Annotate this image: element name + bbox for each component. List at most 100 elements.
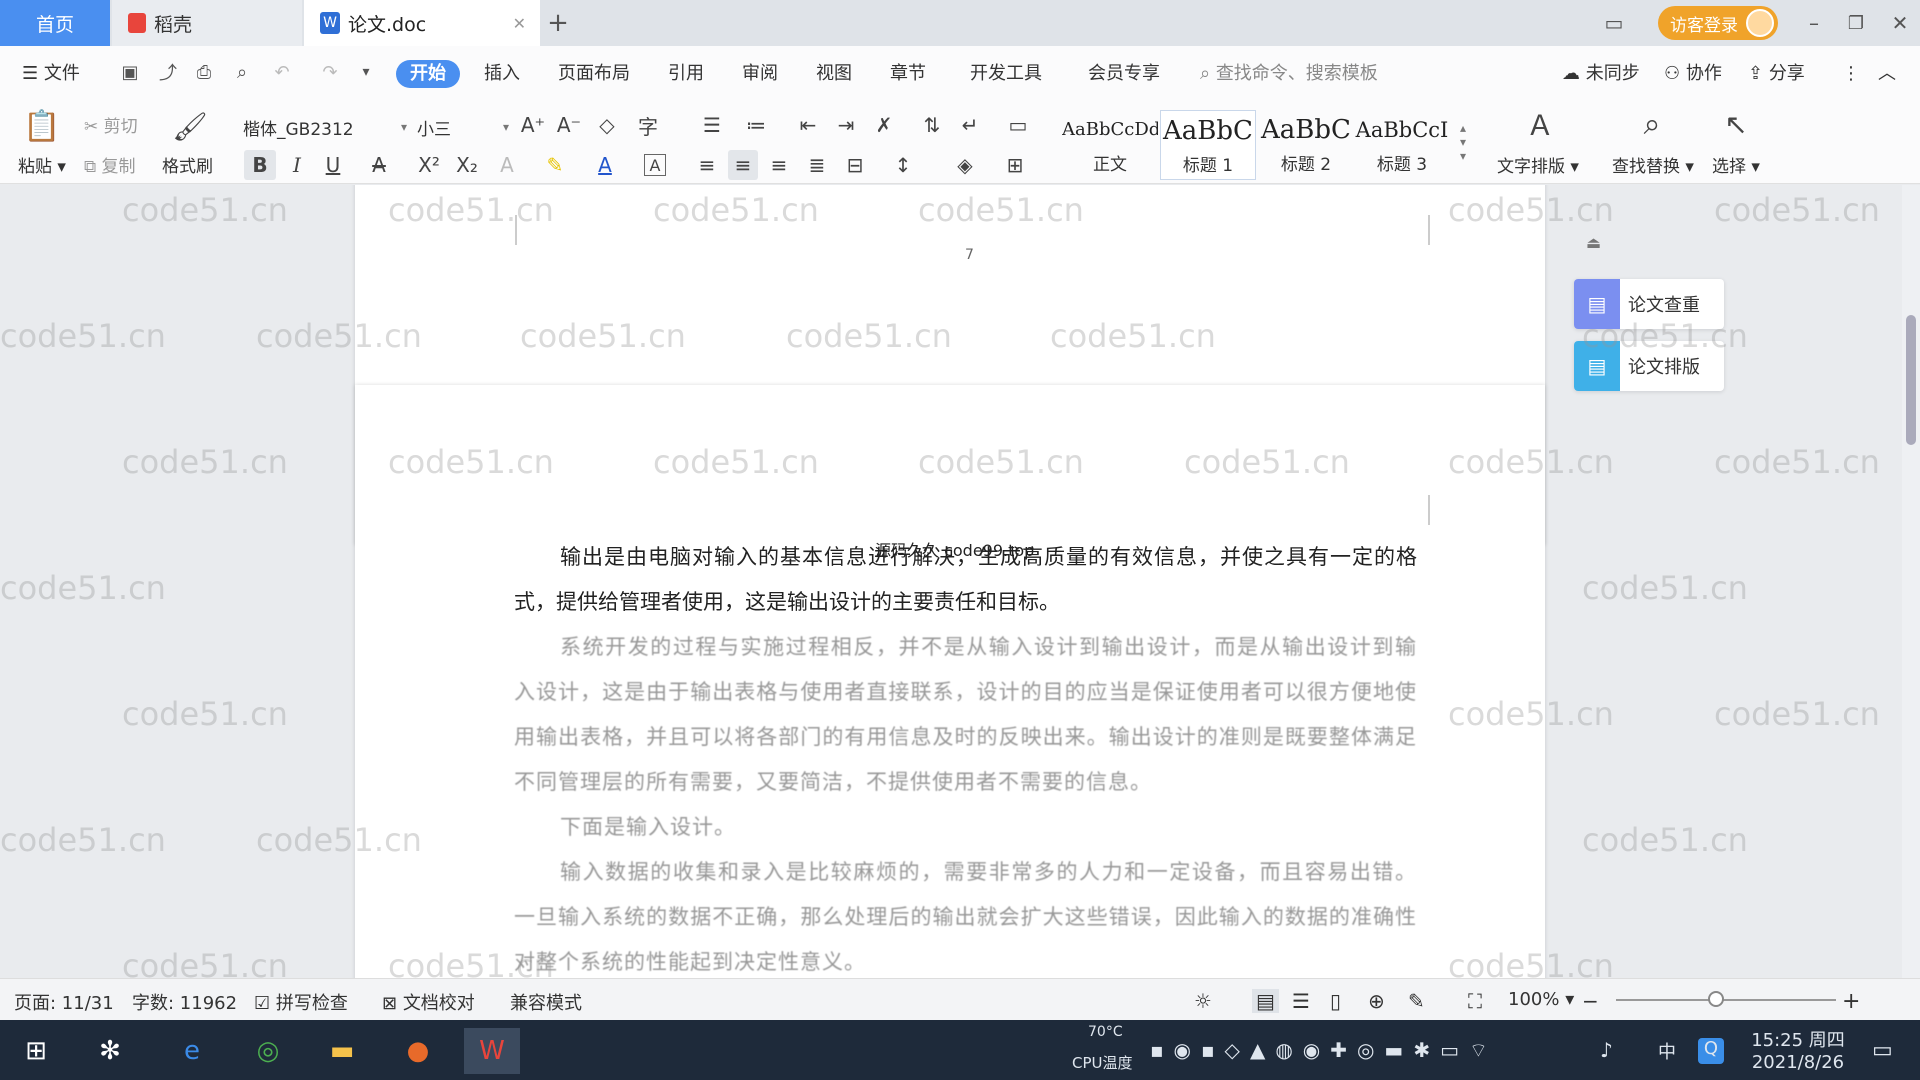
paper-check-button[interactable]: ▤ 论文查重 <box>1574 279 1724 329</box>
highlight-icon[interactable]: ✎ <box>538 150 572 180</box>
bullet-list-icon[interactable]: ☰ <box>696 110 728 140</box>
show-marks-icon[interactable]: ↵ <box>954 110 986 140</box>
phonetic-guide-icon[interactable]: 字 <box>630 110 666 140</box>
paste-button[interactable]: 粘贴 ▾ <box>18 152 66 177</box>
table-ruler-icon[interactable]: ▭ <box>1000 110 1036 140</box>
paper-format-button[interactable]: ▤ 论文排版 <box>1574 341 1724 391</box>
share-button[interactable]: ⇪ 分享 <box>1748 60 1805 88</box>
menu-devtools[interactable]: 开发工具 <box>970 60 1042 88</box>
font-color-button[interactable]: A <box>588 150 622 180</box>
cut-button[interactable]: ✂ 剪切 <box>84 112 138 137</box>
format-painter-button[interactable]: 格式刷 <box>162 152 213 177</box>
justify-icon[interactable]: ≣ <box>802 150 832 180</box>
windows-start-icon[interactable]: ⊞ <box>8 1028 64 1074</box>
menu-page-layout[interactable]: 页面布局 <box>558 60 630 88</box>
document-workspace[interactable]: 7 源码久久 code99.top 输出是由电脑对输入的基本信息进行解决，生成高… <box>0 185 1920 978</box>
decrease-indent-icon[interactable]: ⇤ <box>792 110 824 140</box>
wps-taskbar-icon[interactable]: W <box>464 1028 520 1074</box>
zoom-in-icon[interactable]: + <box>1842 989 1860 1014</box>
redo-icon[interactable]: ↷ <box>316 58 344 86</box>
text-layout-icon[interactable]: Ａ <box>1518 104 1562 144</box>
increase-indent-icon[interactable]: ⇥ <box>830 110 862 140</box>
scrollbar-thumb[interactable] <box>1906 315 1916 445</box>
collapse-ribbon-icon[interactable]: ︿ <box>1878 60 1896 88</box>
ime-indicator[interactable]: 中 <box>1658 1038 1676 1064</box>
input-method-icon[interactable]: Q <box>1698 1038 1724 1064</box>
find-replace-icon[interactable]: ⌕ <box>1630 104 1674 144</box>
media-app-icon[interactable]: ● <box>390 1028 446 1074</box>
font-size-select[interactable]: 小三 ▾ <box>410 112 510 142</box>
tab-home[interactable]: 首页 <box>0 0 110 46</box>
menu-chapter[interactable]: 章节 <box>890 60 926 88</box>
chinese-layout-icon[interactable]: ✗ <box>868 110 900 140</box>
collaborate-button[interactable]: ⚇ 协作 <box>1664 60 1722 88</box>
bold-button[interactable]: B <box>244 150 276 180</box>
print-preview-icon[interactable]: ⌕ <box>228 58 256 86</box>
zoom-slider-thumb[interactable] <box>1708 991 1724 1007</box>
customize-dropdown-icon[interactable]: ▾ <box>352 58 380 86</box>
subscript-button[interactable]: X₂ <box>450 150 484 180</box>
tray-icons[interactable]: ▪◉▪◇▲◍◉✚◎▬✱▭⌔ <box>1150 1038 1498 1063</box>
zoom-slider[interactable] <box>1616 999 1836 1001</box>
volume-icon[interactable]: ♪ <box>1600 1038 1613 1062</box>
zoom-select[interactable]: 100% ▾ <box>1508 989 1574 1010</box>
fan-app-icon[interactable]: ✻ <box>82 1028 138 1074</box>
new-tab-icon[interactable]: + <box>544 8 572 38</box>
style-normal[interactable]: AaBbCcDd 正文 <box>1062 110 1158 180</box>
italic-button[interactable]: I <box>282 150 312 180</box>
export-icon[interactable]: ⤴ <box>154 58 182 86</box>
spell-check-button[interactable]: ☑ 拼写检查 <box>254 989 348 1015</box>
ie-browser-icon[interactable]: e <box>164 1028 220 1074</box>
reading-view-icon[interactable]: ▯ <box>1330 989 1341 1013</box>
sync-status-button[interactable]: ☁ 未同步 <box>1562 60 1640 88</box>
line-spacing-icon[interactable]: ↕ <box>886 150 920 180</box>
text-layout-button[interactable]: 文字排版 ▾ <box>1497 152 1579 177</box>
more-icon[interactable]: ⋮ <box>1842 60 1860 88</box>
menu-review[interactable]: 审阅 <box>742 60 778 88</box>
fit-page-icon[interactable]: ⛶ <box>1468 989 1482 1013</box>
tab-daoke[interactable]: 稻壳 <box>112 0 302 46</box>
print-icon[interactable]: ⎙ <box>190 58 218 86</box>
superscript-button[interactable]: X² <box>412 150 446 180</box>
find-replace-button[interactable]: 查找替换 ▾ <box>1612 152 1694 177</box>
align-center-icon[interactable]: ≡ <box>728 150 758 180</box>
borders-icon[interactable]: ⊞ <box>998 150 1032 180</box>
vertical-scrollbar[interactable] <box>1902 185 1920 978</box>
menu-start[interactable]: 开始 <box>396 60 460 88</box>
distribute-icon[interactable]: ⊟ <box>840 150 870 180</box>
numbered-list-icon[interactable]: ≔ <box>740 110 772 140</box>
menu-view[interactable]: 视图 <box>816 60 852 88</box>
styles-scroll-icon[interactable]: ▴ ▾ ▾ <box>1454 112 1472 172</box>
clock-date[interactable]: 2021/8/26 <box>1748 1052 1848 1073</box>
align-left-icon[interactable]: ≡ <box>692 150 722 180</box>
close-window-icon[interactable]: ✕ <box>1886 9 1914 37</box>
menu-member[interactable]: 会员专享 <box>1088 60 1160 88</box>
outline-view-icon[interactable]: ☰ <box>1292 989 1310 1013</box>
page-indicator[interactable]: 页面: 11/31 <box>14 989 114 1015</box>
select-button[interactable]: 选择 ▾ <box>1712 152 1760 177</box>
save-icon[interactable]: ▣ <box>116 58 144 86</box>
style-heading-1[interactable]: AaBbC 标题 1 <box>1160 110 1256 180</box>
side-panel-collapse-icon[interactable]: ⏏ <box>1586 233 1606 253</box>
font-name-select[interactable]: 楷体_GB2312 ▾ <box>236 112 408 142</box>
write-view-icon[interactable]: ✎ <box>1408 989 1425 1013</box>
shrink-font-icon[interactable]: A⁻ <box>554 110 584 140</box>
minimize-icon[interactable]: – <box>1800 9 1828 37</box>
file-explorer-icon[interactable]: ▬ <box>314 1028 370 1074</box>
visitor-login-button[interactable]: 访客登录 <box>1658 6 1778 40</box>
zoom-out-icon[interactable]: − <box>1582 989 1599 1013</box>
strikethrough-button[interactable]: A <box>362 150 396 180</box>
command-search[interactable]: ⌕ 查找命令、搜索模板 <box>1200 60 1378 88</box>
web-view-icon[interactable]: ⊕ <box>1368 989 1385 1013</box>
clock-time[interactable]: 15:25 周四 <box>1748 1026 1848 1052</box>
align-right-icon[interactable]: ≡ <box>764 150 794 180</box>
char-border-button[interactable]: A <box>644 154 666 176</box>
proofread-button[interactable]: ⊠ 文档校对 <box>382 989 475 1015</box>
text-effect-button[interactable]: A <box>490 150 524 180</box>
format-painter-icon[interactable]: 🖌 <box>170 106 210 146</box>
close-tab-icon[interactable]: ✕ <box>513 14 526 33</box>
tab-document[interactable]: W 论文.doc ✕ <box>304 0 540 46</box>
sort-icon[interactable]: ⇅ <box>916 110 948 140</box>
shading-icon[interactable]: ◈ <box>948 150 982 180</box>
page-view-icon[interactable]: ▤ <box>1252 989 1279 1013</box>
